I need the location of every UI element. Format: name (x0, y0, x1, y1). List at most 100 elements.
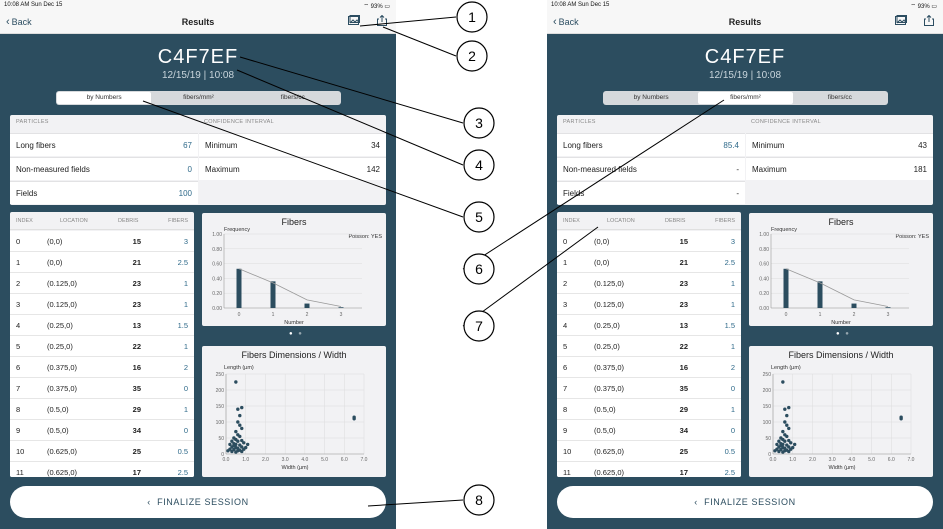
session-id: C4F7EF (704, 46, 786, 68)
bar (236, 268, 242, 308)
row-debris: 23 (132, 279, 141, 288)
row-location: (0.625,0) (594, 468, 625, 477)
page-indicator[interactable]: ● ● (836, 331, 851, 337)
row-debris: 23 (679, 300, 688, 309)
row-debris: 25 (132, 447, 141, 456)
row-location: (0.625,0) (47, 447, 78, 456)
row-debris: 25 (679, 447, 688, 456)
table-row[interactable]: 3 (0.125,0) 23 1 (10, 294, 194, 315)
table-row[interactable]: 11 (0.625,0) 17 2.5 (10, 462, 194, 477)
row-location: (0.375,0) (47, 363, 78, 372)
row-debris: 13 (132, 321, 141, 330)
table-row[interactable]: 4 (0.25,0) 13 1.5 (10, 315, 194, 336)
table-row[interactable]: 10 (0.625,0) 25 0.5 (10, 441, 194, 462)
finalize-session-button[interactable]: ‹ FINALIZE SESSION (557, 486, 933, 518)
scatter-point (785, 434, 789, 439)
y-tick-label: 200 (216, 388, 225, 394)
share-icon[interactable] (923, 15, 935, 26)
status-time: 10:08 AM Sun Dec 15 (4, 2, 63, 8)
tab-fibers-per-mm2[interactable]: fibers/mm² (151, 92, 245, 104)
table-row[interactable]: 10 (0.625,0) 25 0.5 (557, 441, 741, 462)
row-location: (0,0) (594, 258, 610, 267)
y-tick-label: 100 (216, 420, 225, 426)
row-location: (0.125,0) (594, 300, 625, 309)
row-debris: 15 (679, 237, 688, 246)
y-axis-label: Frequency (771, 227, 797, 233)
scatter-point (234, 380, 238, 384)
table-row[interactable]: 11 (0.625,0) 17 2.5 (557, 462, 741, 477)
callout-number: 8 (475, 492, 483, 508)
table-row[interactable]: 0 (0,0) 15 3 (10, 231, 194, 252)
tab-fibers-per-cc[interactable]: fibers/cc (793, 92, 887, 104)
row-debris: 35 (679, 384, 688, 393)
finalize-session-button[interactable]: ‹ FINALIZE SESSION (10, 486, 386, 518)
bar (885, 307, 891, 308)
row-location: (0.5,0) (47, 405, 69, 414)
scatter-point (787, 405, 791, 410)
table-row[interactable]: 8 (0.5,0) 29 1 (557, 399, 741, 420)
row-index: 4 (16, 321, 21, 330)
image-gallery-icon[interactable] (348, 15, 360, 26)
tab-by-numbers[interactable]: by Numbers (57, 92, 152, 104)
table-row[interactable]: 3 (0.125,0) 23 1 (557, 294, 741, 315)
table-row[interactable]: 1 (0,0) 21 2.5 (557, 252, 741, 273)
row-fibers: 1 (730, 279, 735, 288)
particles-row-non-measured: Non-measured fields 0 (10, 157, 198, 180)
confidence-header: CONFIDENCE INTERVAL (204, 119, 274, 125)
row-debris: 23 (679, 279, 688, 288)
table-row[interactable]: 0 (0,0) 15 3 (557, 231, 741, 252)
table-row[interactable]: 6 (0.375,0) 16 2 (10, 357, 194, 378)
scatter-point (230, 449, 234, 454)
table-row[interactable]: 2 (0.125,0) 23 1 (557, 273, 741, 294)
row-location: (0.25,0) (47, 321, 73, 330)
results-screen-by-numbers: 10:08 AM Sun Dec 15 ⌔ 93% ▭ ‹ Back Result… (0, 0, 396, 529)
scatter-point (773, 449, 777, 453)
x-axis-label: Width (µm) (281, 465, 308, 471)
tab-by-numbers[interactable]: by Numbers (604, 92, 698, 104)
table-row[interactable]: 7 (0.375,0) 35 0 (10, 378, 194, 399)
row-location: (0.375,0) (594, 363, 625, 372)
table-row[interactable]: 9 (0.5,0) 34 0 (557, 420, 741, 441)
y-tick-label: 0.60 (759, 262, 769, 268)
scatter-point (791, 445, 795, 450)
table-row[interactable]: 9 (0.5,0) 34 0 (10, 420, 194, 441)
table-row[interactable]: 5 (0.25,0) 22 1 (557, 336, 741, 357)
x-tick-label: 2 (853, 312, 856, 318)
scatter-point (226, 449, 230, 453)
confidence-header: CONFIDENCE INTERVAL (751, 119, 821, 125)
image-gallery-icon[interactable] (895, 15, 907, 26)
row-fibers: 1 (730, 405, 735, 414)
x-tick-label: 5.0 (868, 457, 875, 463)
row-debris: 23 (132, 300, 141, 309)
row-index: 7 (563, 384, 568, 393)
row-index: 10 (563, 447, 572, 456)
row-location: (0.25,0) (594, 342, 620, 351)
page-indicator[interactable]: ● ● (289, 331, 304, 337)
x-tick-label: 2 (306, 312, 309, 318)
callout-circle (456, 1, 488, 33)
confidence-row-maximum: Maximum 142 (199, 157, 386, 180)
callout-circle (463, 484, 495, 516)
scatter-point (245, 442, 250, 447)
table-row[interactable]: 8 (0.5,0) 29 1 (10, 399, 194, 420)
tab-fibers-per-cc[interactable]: fibers/cc (246, 92, 340, 104)
row-fibers: 3 (183, 237, 188, 246)
share-icon[interactable] (376, 15, 388, 26)
particles-row-fields: Fields - (557, 181, 745, 204)
scatter-point (236, 420, 240, 424)
row-fibers: 2.5 (724, 468, 735, 477)
tab-fibers-per-mm2[interactable]: fibers/mm² (698, 92, 793, 104)
y-tick-label: 0.00 (759, 306, 769, 312)
table-row[interactable]: 5 (0.25,0) 22 1 (10, 336, 194, 357)
x-tick-label: 6.0 (888, 457, 895, 463)
table-row[interactable]: 1 (0,0) 21 2.5 (10, 252, 194, 273)
y-axis-label: Length (µm) (771, 365, 801, 371)
x-tick-label: 0.0 (770, 457, 777, 463)
table-row[interactable]: 6 (0.375,0) 16 2 (557, 357, 741, 378)
table-row[interactable]: 7 (0.375,0) 35 0 (557, 378, 741, 399)
y-tick-label: 250 (763, 372, 772, 378)
table-row[interactable]: 2 (0.125,0) 23 1 (10, 273, 194, 294)
x-tick-label: 3.0 (282, 457, 289, 463)
confidence-row-minimum: Minimum 34 (199, 133, 386, 156)
table-row[interactable]: 4 (0.25,0) 13 1.5 (557, 315, 741, 336)
